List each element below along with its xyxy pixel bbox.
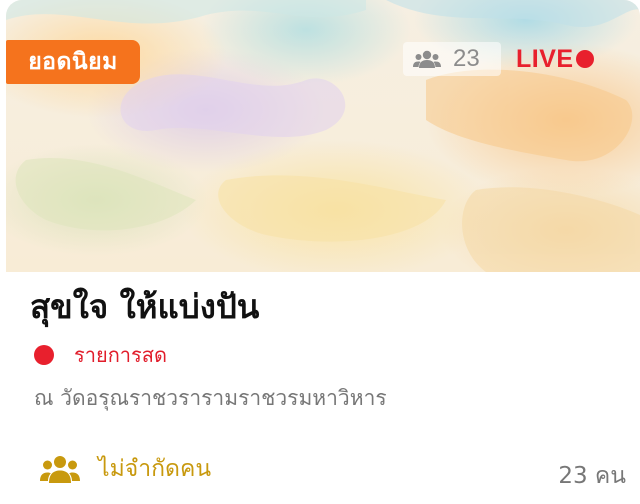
event-location: ณ วัดอรุณราชวรารามราชวรมหาวิหาร (34, 386, 387, 410)
viewer-count-badge: 23 (403, 42, 501, 76)
event-capacity: ไม่จำกัดคน (40, 452, 211, 486)
live-indicator: LIVE (516, 44, 594, 74)
popular-badge-label: ยอดนิยม (28, 49, 118, 75)
popular-badge: ยอดนิยม (6, 40, 140, 84)
live-label: LIVE (516, 44, 574, 73)
live-dot-icon (575, 50, 594, 68)
viewer-count: 23 (453, 45, 480, 72)
event-status: รายการสด (34, 342, 167, 368)
people-group-icon (40, 456, 80, 483)
viewers-icon (413, 50, 441, 68)
event-card[interactable]: ยอดนิยม 23 LIVE สุขใจ ให้แบ่งปัน รายการส… (0, 0, 640, 504)
event-title[interactable]: สุขใจ ให้แบ่งปัน (30, 280, 620, 333)
event-status-label: รายการสด (74, 343, 167, 367)
participant-count: 23 คน (558, 463, 626, 489)
capacity-label: ไม่จำกัดคน (98, 456, 212, 482)
live-status-dot-icon (34, 345, 54, 365)
